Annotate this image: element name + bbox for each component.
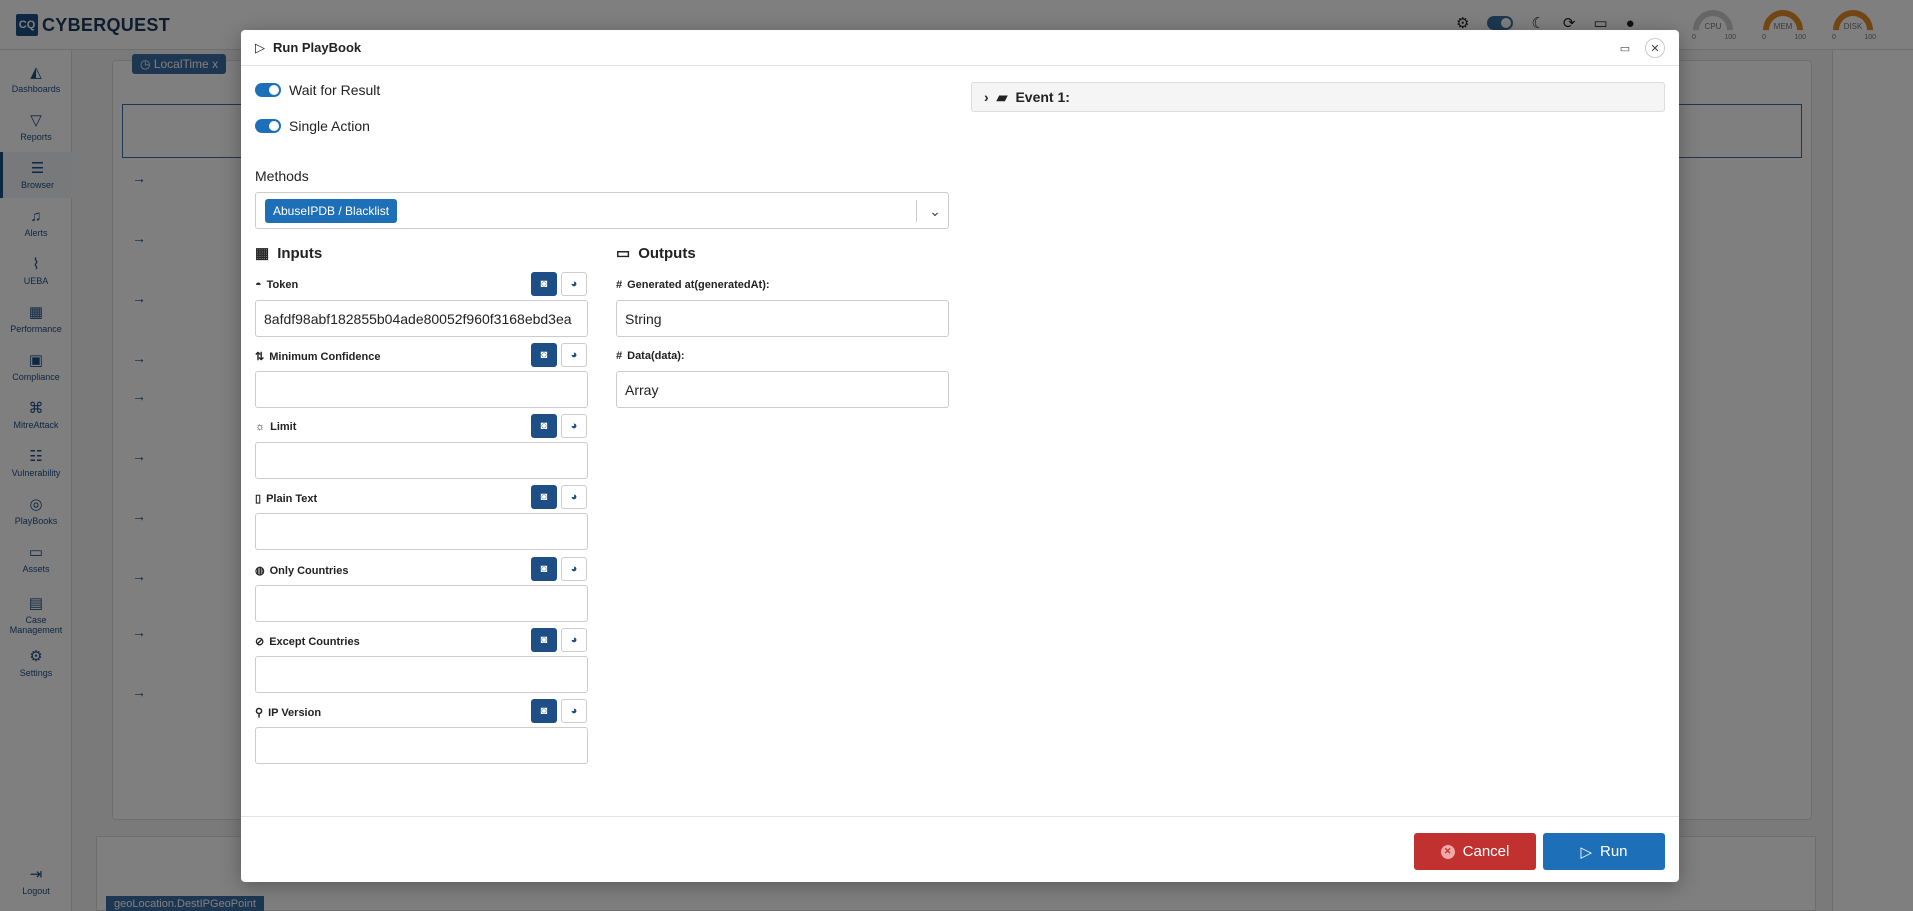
field-buttons: ◙ ◕ [531,628,587,652]
play-icon: ▷ [255,39,265,55]
hash-icon: # [616,350,623,362]
variable-icon[interactable]: ◕ [561,557,587,581]
field-buttons: ◙ ◕ [531,414,587,438]
methods-label: Methods [255,168,309,184]
run-playbook-dialog: ▷ Run PlayBook ▭ ✕ Wait for Result Singl… [241,30,1679,882]
camera-icon[interactable]: ◙ [531,272,557,296]
field-label-text: Except Countries [269,635,360,648]
output-label-text: Generated at(generatedAt): [627,279,770,291]
output-label-data: # Data(data): [616,350,685,362]
field-buttons: ◙ ◕ [531,272,587,296]
camera-icon[interactable]: ◙ [531,628,557,652]
field-label-only-countries: ◍ Only Countries [255,564,349,578]
camera-icon[interactable]: ◙ [531,485,557,509]
outputs-heading: ▭ Outputs [616,244,696,263]
camera-icon[interactable]: ◙ [531,699,557,723]
camera-icon[interactable]: ◙ [531,343,557,367]
field-buttons: ◙ ◕ [531,343,587,367]
wait-for-result-toggle[interactable] [255,83,281,97]
cancel-button[interactable]: ✕ Cancel [1414,833,1536,870]
ban-globe-icon: ⊘ [255,636,265,648]
maximize-icon[interactable]: ▭ [1615,38,1635,58]
variable-icon[interactable]: ◕ [561,485,587,509]
monitor-icon: ▭ [616,245,631,262]
run-button-label: Run [1600,843,1628,860]
minimum-confidence-input[interactable] [255,371,588,408]
variable-icon[interactable]: ◕ [561,628,587,652]
cancel-icon: ✕ [1440,844,1455,859]
field-label-plain-text: ▯ Plain Text [255,492,318,506]
field-label-text: Minimum Confidence [269,350,381,363]
field-label-text: Token [266,279,299,291]
output-label-text: Data(data): [627,350,685,362]
sort-icon: ⇅ [255,351,265,363]
field-buttons: ◙ ◕ [531,485,587,509]
plain-text-input[interactable] [255,513,588,550]
close-icon[interactable]: ✕ [1645,38,1665,58]
play-icon: ▷ [1580,843,1592,861]
hash-icon: # [616,279,623,291]
map-pin-icon: ⚲ [255,707,264,719]
variable-icon[interactable]: ◕ [561,343,587,367]
event-accordion[interactable]: › ▰ Event 1: [971,82,1665,112]
field-label-text: IP Version [268,706,322,719]
methods-select[interactable]: AbuseIPDB / Blacklist ⌄ [255,192,949,229]
file-icon: ▯ [255,493,262,505]
field-label-ip-version: ⚲ IP Version [255,706,322,720]
field-label-token: ◓ Token [255,279,298,291]
single-action-toggle[interactable] [255,119,281,133]
field-label-limit: ☼ Limit [255,421,296,433]
select-separator [916,200,917,222]
field-label-text: Only Countries [269,564,349,577]
data-output[interactable]: Array [616,371,949,408]
user-secret-icon: ◓ [255,279,262,291]
method-chip[interactable]: AbuseIPDB / Blacklist [265,199,398,223]
output-label-generated-at: # Generated at(generatedAt): [616,279,770,291]
dialog-title: Run PlayBook [273,40,362,55]
dialog-header: ▷ Run PlayBook ▭ ✕ [241,30,1679,66]
camera-icon[interactable]: ◙ [531,414,557,438]
generated-at-output[interactable]: String [616,300,949,337]
variable-icon[interactable]: ◕ [561,414,587,438]
sun-icon: ☼ [255,421,266,433]
event-label: Event 1: [1015,89,1070,105]
limit-input[interactable] [255,442,588,479]
cancel-button-label: Cancel [1462,843,1510,860]
token-input[interactable]: 8afdf98abf182855b04ade80052f960f3168ebd3… [255,300,588,337]
field-label-text: Limit [270,421,297,433]
single-action-label: Single Action [289,118,370,134]
chevron-down-icon[interactable]: ⌄ [926,200,944,222]
single-action-row: Single Action [255,118,370,134]
field-buttons: ◙ ◕ [531,557,587,581]
wait-for-result-label: Wait for Result [289,82,381,98]
field-buttons: ◙ ◕ [531,699,587,723]
chevron-right-icon: › [984,89,989,105]
globe-icon: ◍ [255,565,265,577]
camera-icon[interactable]: ◙ [531,557,557,581]
only-countries-input[interactable] [255,585,588,622]
inputs-title: Inputs [277,244,323,262]
ip-version-input[interactable] [255,727,588,764]
field-label-text: Plain Text [266,492,318,505]
folder-icon: ▰ [996,88,1008,105]
variable-icon[interactable]: ◕ [561,272,587,296]
field-label-except-countries: ⊘ Except Countries [255,635,360,649]
inputs-heading: ▦ Inputs [255,244,323,263]
except-countries-input[interactable] [255,656,588,693]
keyboard-icon: ▦ [255,245,270,262]
run-button[interactable]: ▷ Run [1543,833,1665,870]
outputs-title: Outputs [638,244,696,262]
field-label-minimum-confidence: ⇅ Minimum Confidence [255,350,381,364]
variable-icon[interactable]: ◕ [561,699,587,723]
dialog-footer: ✕ Cancel ▷ Run [241,816,1679,882]
wait-for-result-row: Wait for Result [255,82,380,98]
